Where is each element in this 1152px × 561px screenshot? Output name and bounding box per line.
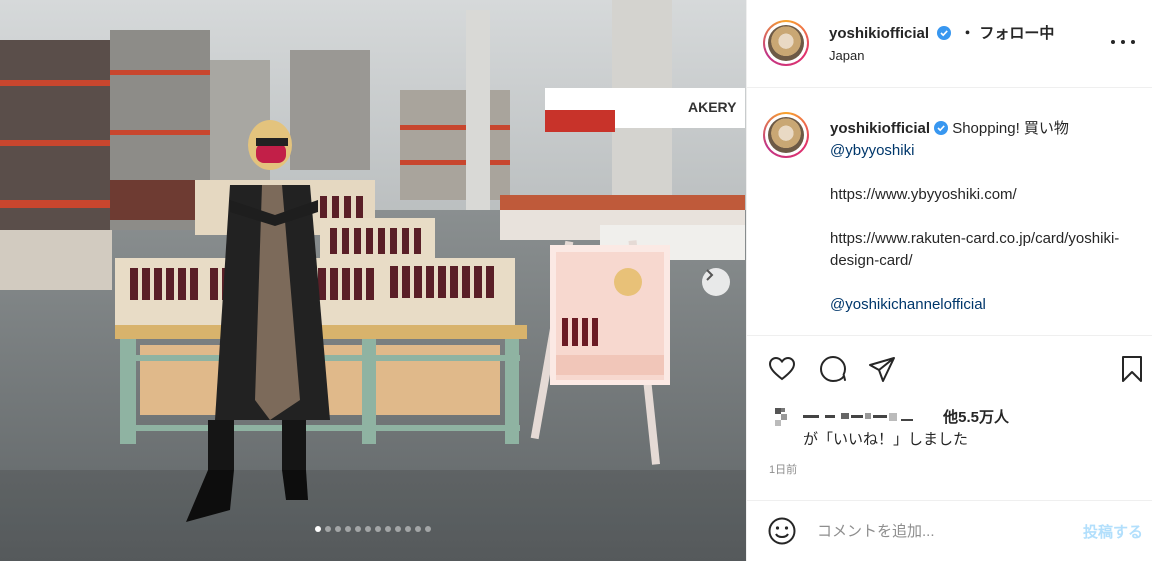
avatar[interactable] [763, 20, 809, 66]
verified-badge-icon [937, 26, 952, 40]
carousel-next-button[interactable] [702, 268, 730, 296]
location-label[interactable]: Japan [829, 48, 864, 63]
mention-link-2[interactable]: @yoshikichannelofficial [830, 294, 1130, 316]
carousel-dot [345, 526, 351, 532]
caption-username[interactable]: yoshikiofficial [830, 120, 930, 137]
carousel-dot [385, 526, 391, 532]
action-bar [747, 336, 1152, 396]
carousel-dot [395, 526, 401, 532]
likes-line-1: 他5.5万人 [803, 406, 1009, 427]
heart-icon[interactable] [767, 354, 797, 384]
carousel-dot [365, 526, 371, 532]
warehouse-photo: AKERY [0, 0, 746, 561]
carousel-dot [415, 526, 421, 532]
carousel-dot [325, 526, 331, 532]
likes-line-2: が「いいね！」しました [803, 431, 969, 448]
chevron-right-icon [706, 269, 714, 281]
post-caption: yoshikiofficial Shopping! 買い物 @ybyyoshik… [747, 88, 1152, 336]
post-timestamp[interactable]: 1日前 [769, 461, 797, 477]
caption-text-block: yoshikiofficial Shopping! 買い物 @ybyyoshik… [830, 118, 1130, 316]
carousel-dot [405, 526, 411, 532]
carousel-indicator [0, 526, 746, 532]
post-photo[interactable]: AKERY [0, 0, 746, 561]
more-icon [1111, 40, 1115, 44]
likes-count[interactable]: 他5.5万人 [943, 409, 1009, 426]
post-side-panel: yoshikiofficial ・ フォロー中 Japan yoshikioff… [746, 0, 1152, 561]
header-username[interactable]: yoshikiofficial [829, 25, 929, 42]
caption-avatar[interactable] [763, 112, 809, 158]
share-icon[interactable] [867, 354, 897, 384]
carousel-dot [425, 526, 431, 532]
carousel-dot [335, 526, 341, 532]
separator: ・ [959, 25, 975, 42]
comment-icon[interactable] [818, 354, 848, 384]
more-options-button[interactable] [1111, 30, 1135, 54]
post-comment-button[interactable]: 投稿する [1083, 521, 1143, 542]
bakery-sign: AKERY [688, 99, 737, 115]
caption-body: Shopping! 買い物 [952, 120, 1069, 137]
verified-badge-icon [934, 121, 949, 135]
mention-link[interactable]: @ybyyoshiki [830, 140, 1130, 162]
following-button[interactable]: フォロー中 [979, 25, 1054, 42]
url-link[interactable]: https://www.ybyyoshiki.com/ [830, 184, 1130, 206]
url-link-2[interactable]: https://www.rakuten-card.co.jp/card/yosh… [830, 228, 1120, 272]
carousel-dot [375, 526, 381, 532]
carousel-dot [355, 526, 361, 532]
blurred-names [803, 413, 913, 421]
comment-bar: 投稿する [747, 500, 1152, 561]
bookmark-icon[interactable] [1117, 354, 1147, 384]
carousel-dot [315, 526, 321, 532]
emoji-icon[interactable] [767, 516, 797, 546]
post-header: yoshikiofficial ・ フォロー中 Japan [747, 0, 1152, 88]
comment-input[interactable] [817, 519, 1067, 543]
